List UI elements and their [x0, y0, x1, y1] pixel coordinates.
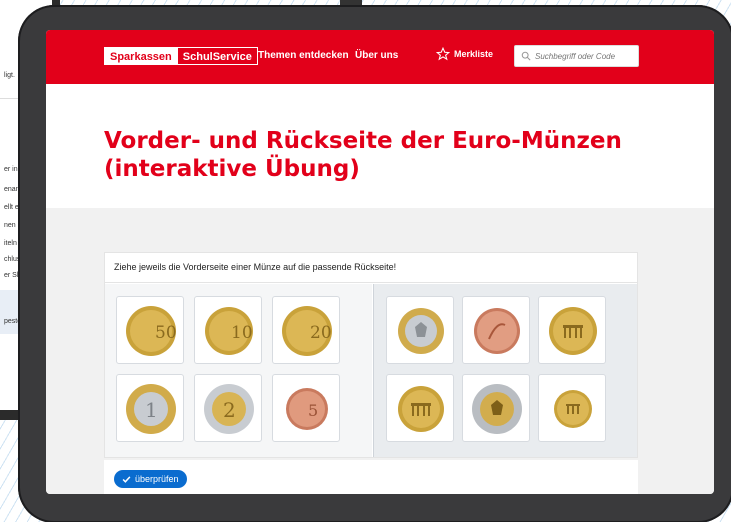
coin-2-euro-icon: 2: [204, 384, 254, 434]
coin-10-cent-icon: 10: [205, 307, 253, 355]
coin-back-eagle-2-euro[interactable]: [462, 374, 530, 442]
text-fragment: iteln: [4, 240, 17, 247]
logo-part-1: Sparkassen: [105, 48, 177, 64]
coin-back-brandenburg-gate-small[interactable]: [538, 374, 606, 442]
page-title: Vorder- und Rückseite der Euro-Münzen (i…: [104, 128, 622, 182]
coin-5-cent-common-side[interactable]: 5: [272, 374, 340, 442]
site-logo[interactable]: Sparkassen SchulService: [104, 47, 258, 65]
coin-back-oak-twig-copper[interactable]: [462, 296, 530, 364]
merkliste-label: Merkliste: [454, 49, 494, 59]
text-fragment: er in: [4, 166, 18, 173]
tablet-screen: Sparkassen SchulService Themen entdecken…: [46, 30, 714, 494]
coin-1-euro-icon: 1: [126, 384, 176, 434]
search-box[interactable]: [514, 45, 639, 67]
coin-back-brandenburg-gate-gold-2[interactable]: [386, 374, 454, 442]
exercise-instruction: Ziehe jeweils die Vorderseite einer Münz…: [105, 253, 637, 283]
coin-10-cent-common-side[interactable]: 10: [194, 296, 262, 364]
site-header: Sparkassen SchulService Themen entdecken…: [46, 30, 714, 84]
coin-50-cent-common-side[interactable]: 50: [116, 296, 184, 364]
text-fragment: ellt e: [4, 204, 19, 211]
brandenburg-gate-coin-icon: [549, 307, 597, 355]
coin-1-euro-common-side[interactable]: 1: [116, 374, 184, 442]
coin-back-eagle-1-euro[interactable]: [386, 296, 454, 364]
checkmark-icon: [122, 475, 131, 483]
nav-themen-entdecken[interactable]: Themen entdecken: [258, 50, 349, 61]
eagle-coin-icon: [398, 308, 444, 354]
search-input[interactable]: [535, 51, 635, 61]
check-button[interactable]: überprüfen: [114, 470, 187, 488]
svg-text:1: 1: [145, 398, 158, 422]
svg-text:50: 50: [155, 323, 177, 343]
search-icon: [521, 51, 531, 61]
eagle-coin-icon: [472, 384, 522, 434]
nav-ueber-uns[interactable]: Über uns: [355, 50, 398, 61]
star-icon: [436, 47, 450, 61]
coin-20-cent-common-side[interactable]: 20: [272, 296, 340, 364]
brandenburg-gate-coin-icon: [554, 390, 592, 428]
coin-20-cent-icon: 20: [282, 306, 332, 356]
brandenburg-gate-coin-icon: [398, 386, 444, 432]
text-fragment: nen: [4, 222, 16, 229]
svg-text:20: 20: [310, 323, 332, 343]
text-fragment: er Sl: [4, 272, 19, 279]
coin-back-brandenburg-gate-gold[interactable]: [538, 296, 606, 364]
check-button-label: überprüfen: [135, 474, 179, 484]
exercise-panel: Ziehe jeweils die Vorderseite einer Münz…: [104, 252, 638, 458]
check-bar: überprüfen: [104, 460, 638, 494]
coin-2-euro-common-side[interactable]: 2: [194, 374, 262, 442]
text-fragment: ligt.: [4, 72, 15, 79]
coin-50-cent-icon: 50: [126, 306, 177, 356]
svg-text:2: 2: [223, 398, 236, 422]
coin-5-cent-icon: 5: [286, 388, 328, 430]
logo-part-2: SchulService: [176, 48, 257, 64]
svg-text:5: 5: [308, 401, 318, 420]
back-side-drop-pane[interactable]: [373, 284, 637, 457]
oak-twig-coin-icon: [474, 308, 520, 354]
merkliste-link[interactable]: Merkliste: [436, 47, 493, 61]
svg-text:10: 10: [231, 323, 253, 343]
front-side-coins-pane: 50 10 20 1 2 5: [105, 284, 372, 457]
